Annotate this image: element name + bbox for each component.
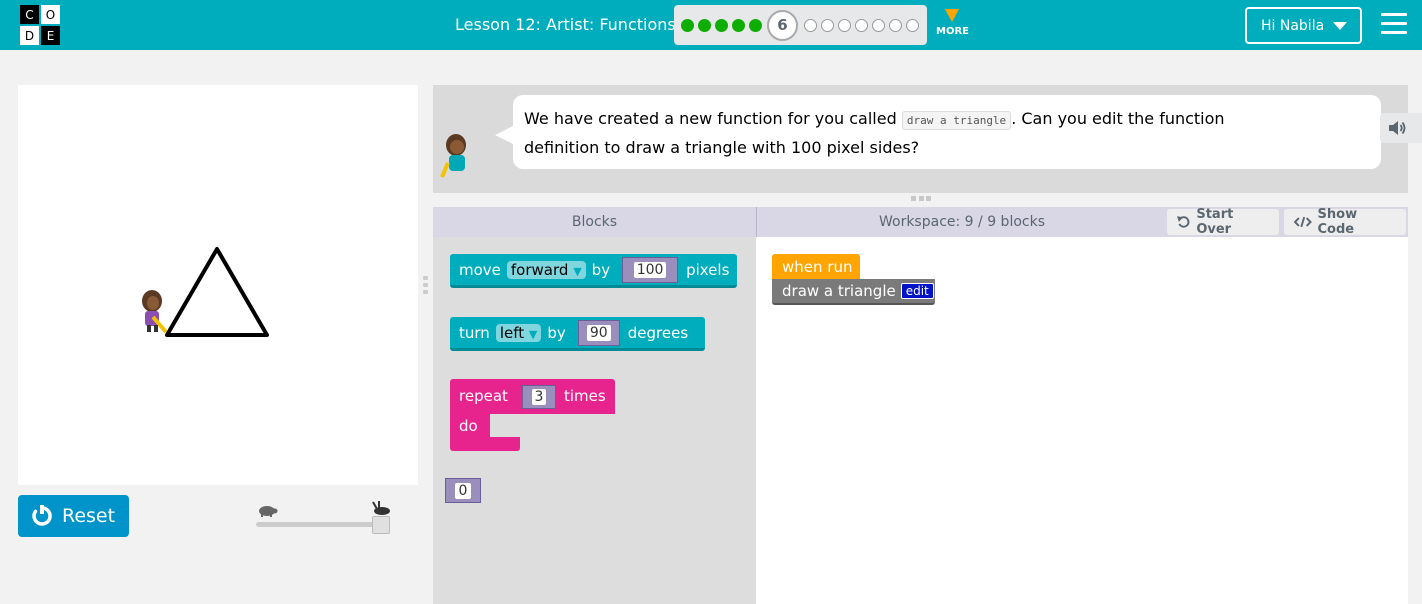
progress-dot-13[interactable]	[906, 18, 919, 32]
undo-icon	[1177, 216, 1190, 228]
instruction-code: draw a triangle	[901, 111, 1012, 130]
top-header: C O D E Lesson 12: Artist: Functions 6 M…	[0, 0, 1422, 50]
do-label: do	[459, 417, 478, 435]
artist-canvas	[18, 85, 418, 485]
logo-letter-d: D	[19, 25, 40, 46]
resize-handle[interactable]	[911, 196, 931, 202]
show-code-button[interactable]: Show Code	[1284, 207, 1406, 237]
instructions-panel: We have created a new function for you c…	[433, 85, 1422, 193]
when-run-label: when run	[782, 257, 853, 276]
chevron-down-icon	[945, 9, 959, 22]
reset-label: Reset	[62, 505, 116, 527]
instruction-bubble: We have created a new function for you c…	[513, 95, 1422, 169]
progress-dot-7[interactable]	[804, 18, 817, 32]
progress-dot-3[interactable]	[715, 18, 728, 32]
reset-button[interactable]: Reset	[18, 495, 129, 537]
progress-dot-2[interactable]	[698, 18, 711, 32]
move-number-input[interactable]: 100	[622, 256, 679, 283]
toolbox-resize-handle[interactable]	[423, 276, 428, 294]
progress-dot-12[interactable]	[889, 18, 902, 32]
bubble-tail	[495, 125, 515, 145]
workspace-block-count: Workspace: 9 / 9 blocks	[878, 214, 1045, 230]
instruction-text-start: We have created a new function for you c…	[524, 109, 897, 128]
caret-down-icon	[1333, 21, 1348, 30]
repeat-count-input[interactable]: 3	[522, 385, 556, 409]
function-call-label: draw a triangle	[782, 282, 896, 300]
character-avatar-icon	[440, 134, 466, 178]
progress-dot-8[interactable]	[821, 18, 834, 32]
turn-number-value: 90	[586, 324, 611, 341]
reset-icon	[32, 505, 52, 526]
turn-by-label: by	[547, 323, 566, 342]
drawing-svg	[142, 247, 269, 337]
logo-letter-c: C	[19, 4, 40, 25]
speed-track[interactable]	[256, 522, 384, 527]
progress-current-puzzle[interactable]: 6	[767, 9, 798, 41]
progress-dot-4[interactable]	[732, 18, 745, 32]
move-number-value: 100	[633, 261, 667, 278]
edit-function-button[interactable]: edit	[900, 283, 934, 299]
start-over-label: Start Over	[1196, 207, 1234, 237]
speed-handle[interactable]	[372, 516, 390, 534]
lesson-title[interactable]: Lesson 12: Artist: Functions	[455, 15, 676, 34]
turn-direction-value: left	[499, 323, 525, 342]
dropdown-arrow-icon: ▼	[573, 264, 582, 278]
progress-dot-10[interactable]	[855, 18, 868, 32]
number-block[interactable]: 0	[445, 478, 481, 503]
code-org-logo[interactable]: C O D E	[19, 4, 61, 46]
blocks-header-label: Blocks	[433, 207, 757, 237]
user-greeting: Hi Nabila	[1261, 17, 1325, 34]
move-unit-label: pixels	[686, 260, 730, 279]
progress-dot-1[interactable]	[681, 18, 694, 32]
workspace-header: Blocks Workspace: 9 / 9 blocks Start Ove…	[433, 207, 1408, 237]
audio-controls	[1380, 113, 1422, 143]
puzzle-progress: 6	[674, 5, 927, 45]
turn-unit-label: degrees	[627, 323, 689, 342]
move-block-label: move	[459, 260, 501, 279]
turn-number-input[interactable]: 90	[577, 319, 620, 346]
artist-character-icon	[142, 290, 168, 334]
progress-dot-11[interactable]	[872, 18, 885, 32]
more-button[interactable]: MORE	[936, 9, 969, 43]
user-menu-button[interactable]: Hi Nabila	[1245, 7, 1362, 44]
progress-dot-9[interactable]	[838, 18, 851, 32]
speed-slider[interactable]	[256, 500, 396, 536]
number-block-value: 0	[454, 482, 472, 499]
move-forward-block[interactable]: move forward ▼ by 100 pixels	[450, 254, 737, 288]
repeat-label: repeat	[459, 387, 508, 405]
progress-dot-5[interactable]	[749, 18, 762, 32]
repeat-block[interactable]: repeat 3 times do	[450, 379, 615, 451]
show-code-label: Show Code	[1317, 207, 1358, 237]
direction-value: forward	[510, 260, 569, 279]
logo-letter-o: O	[40, 4, 61, 25]
dropdown-arrow-icon: ▼	[528, 327, 538, 341]
direction-dropdown[interactable]: forward ▼	[506, 260, 586, 279]
turtle-icon	[259, 506, 278, 517]
when-run-block[interactable]: when run	[772, 254, 860, 279]
code-icon	[1294, 216, 1312, 228]
times-label: times	[564, 387, 606, 405]
turn-block-label: turn	[459, 323, 490, 342]
speaker-icon[interactable]	[1387, 119, 1407, 137]
program-workspace[interactable]: when run draw a triangle edit	[756, 237, 1408, 604]
more-label: MORE	[936, 26, 969, 37]
move-by-label: by	[591, 260, 611, 279]
turn-left-block[interactable]: turn left ▼ by 90 degrees	[450, 317, 705, 351]
rabbit-icon	[372, 501, 390, 515]
turn-direction-dropdown[interactable]: left ▼	[495, 323, 542, 342]
block-toolbox: move forward ▼ by 100 pixels turn left ▼…	[433, 237, 756, 604]
hamburger-menu-icon[interactable]	[1381, 13, 1407, 37]
start-over-button[interactable]: Start Over	[1167, 207, 1279, 237]
draw-triangle-call-block[interactable]: draw a triangle edit	[772, 279, 935, 305]
drawn-triangle	[165, 247, 269, 337]
repeat-count-value: 3	[531, 389, 547, 405]
logo-letter-e: E	[40, 25, 61, 46]
